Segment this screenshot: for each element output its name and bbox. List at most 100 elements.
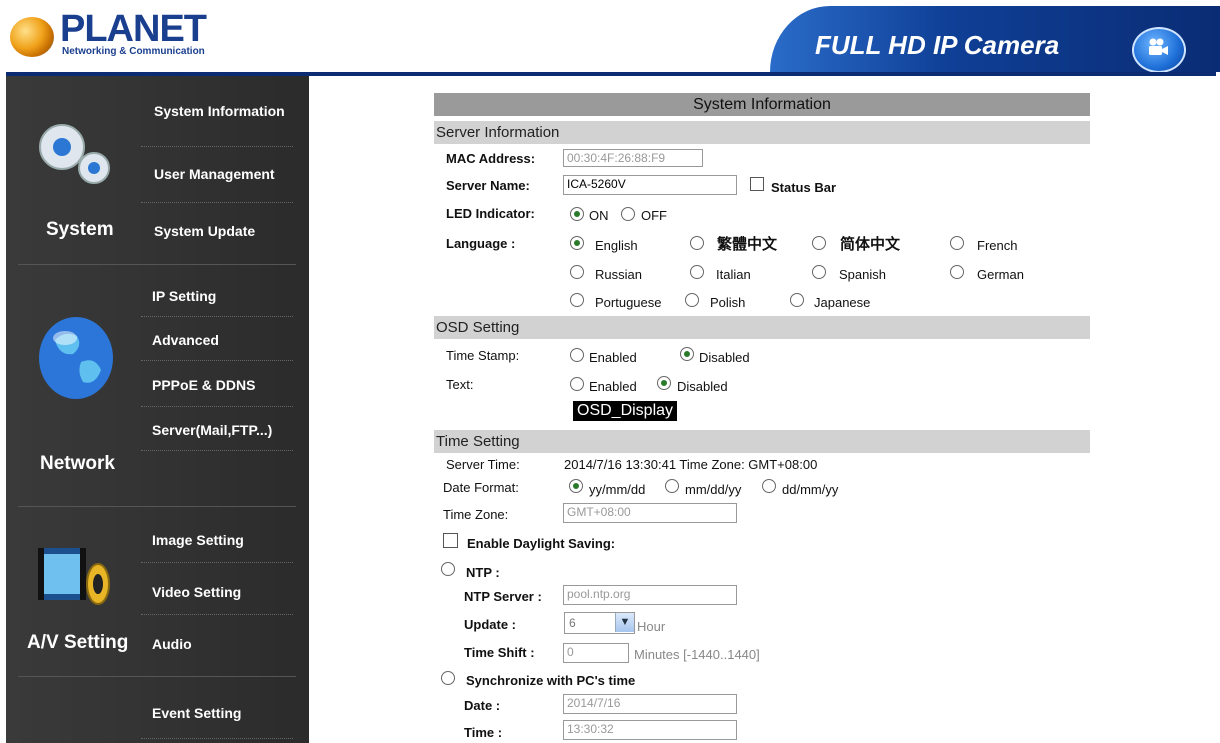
language-radio-french[interactable] [950, 236, 964, 250]
sidebar-separator [141, 562, 293, 563]
sidebar-separator [141, 406, 293, 407]
server-time-label: Server Time: [446, 457, 520, 472]
text-disabled-radio[interactable] [657, 376, 671, 390]
language-label: Language : [446, 236, 516, 251]
ntp-radio[interactable] [441, 562, 455, 576]
time-shift-label: Time Shift : [464, 645, 535, 660]
led-off-label: OFF [641, 208, 667, 223]
language-radio-english[interactable] [570, 236, 584, 250]
planet-logo-icon [10, 17, 54, 57]
time-stamp-enabled-radio[interactable] [570, 348, 584, 362]
category-system[interactable]: System [46, 219, 114, 241]
server-name-label: Server Name: [446, 178, 530, 193]
section-time-setting: Time Setting [434, 430, 1090, 453]
status-bar-checkbox[interactable] [750, 177, 764, 191]
ntp-label: NTP : [466, 565, 500, 580]
time-stamp-disabled-label: Disabled [699, 350, 750, 365]
av-setting-icon [38, 548, 110, 605]
language-radio-polish[interactable] [685, 293, 699, 307]
led-indicator-label: LED Indicator: [446, 206, 535, 221]
category-av-setting[interactable]: A/V Setting [27, 632, 128, 654]
category-network[interactable]: Network [40, 453, 115, 475]
language-radio-russian[interactable] [570, 265, 584, 279]
ntp-server-label: NTP Server : [464, 589, 542, 604]
language-option-polish: Polish [710, 295, 746, 310]
sidebar-separator [141, 202, 293, 203]
language-radio-simplified-chinese[interactable] [812, 236, 826, 250]
sidebar-item-system-information[interactable]: System Information [154, 103, 285, 119]
text-enabled-radio[interactable] [570, 377, 584, 391]
time-label: Time : [464, 725, 503, 740]
led-on-label: ON [589, 208, 609, 223]
time-field[interactable]: 13:30:32 [563, 720, 737, 740]
language-option-simplified-chinese: 简体中文 [840, 236, 901, 253]
page-title: System Information [434, 93, 1090, 116]
date-format-ddmmyy-radio[interactable] [762, 479, 776, 493]
daylight-saving-checkbox[interactable] [443, 533, 458, 548]
update-unit-label: Hour [637, 619, 666, 634]
sidebar-item-pppoe-ddns[interactable]: PPPoE & DDNS [152, 377, 255, 393]
section-server-information: Server Information [434, 121, 1090, 144]
sidebar-separator [141, 450, 293, 451]
gears-icon [39, 124, 110, 184]
logo-text: PLANET [60, 8, 207, 50]
logo-subtitle: Networking & Communication [62, 46, 205, 57]
time-shift-input[interactable]: 0 [563, 643, 629, 663]
language-option-portuguese: Portuguese [595, 295, 662, 310]
ntp-server-input[interactable]: pool.ntp.org [563, 585, 737, 605]
sidebar: System System Information User Managemen… [6, 76, 309, 743]
sidebar-item-system-update[interactable]: System Update [154, 223, 255, 239]
banner-title: FULL HD IP Camera [815, 30, 1060, 60]
sidebar-item-event-setting[interactable]: Event Setting [152, 705, 241, 721]
language-radio-japanese[interactable] [790, 293, 804, 307]
sidebar-item-advanced[interactable]: Advanced [152, 332, 219, 348]
sidebar-item-audio[interactable]: Audio [152, 636, 192, 652]
text-label: Text: [446, 377, 474, 392]
language-radio-italian[interactable] [690, 265, 704, 279]
time-stamp-disabled-radio[interactable] [680, 347, 694, 361]
sync-pc-time-radio[interactable] [441, 671, 455, 685]
sidebar-separator [141, 316, 293, 317]
language-radio-traditional-chinese[interactable] [690, 236, 704, 250]
sidebar-item-user-management[interactable]: User Management [154, 166, 275, 182]
server-name-input[interactable]: ICA-5260V [563, 175, 737, 195]
language-option-traditional-chinese: 繁體中文 [717, 236, 778, 253]
sidebar-divider [18, 506, 296, 507]
date-format-label: Date Format: [443, 480, 519, 495]
date-format-mmddyy-radio[interactable] [665, 479, 679, 493]
mac-address-label: MAC Address: [446, 151, 536, 166]
time-zone-field[interactable]: GMT+08:00 [563, 503, 737, 523]
sidebar-item-server[interactable]: Server(Mail,FTP...) [152, 422, 272, 438]
language-option-spanish: Spanish [839, 267, 886, 282]
led-off-radio[interactable] [621, 207, 635, 221]
server-time-value: 2014/7/16 13:30:41 Time Zone: GMT+08:00 [564, 457, 818, 472]
mac-address-field: 00:30:4F:26:88:F9 [563, 149, 703, 167]
video-camera-icon [1149, 38, 1168, 55]
text-disabled-label: Disabled [677, 379, 728, 394]
language-radio-portuguese[interactable] [570, 293, 584, 307]
time-shift-unit: Minutes [-1440..1440] [634, 647, 760, 662]
language-radio-german[interactable] [950, 265, 964, 279]
sidebar-item-ip-setting[interactable]: IP Setting [152, 288, 216, 304]
language-option-japanese: Japanese [814, 295, 871, 310]
date-format-yymmdd-radio[interactable] [569, 479, 583, 493]
sidebar-separator [141, 738, 293, 739]
sidebar-item-image-setting[interactable]: Image Setting [152, 532, 244, 548]
date-format-mmddyy-label: mm/dd/yy [685, 482, 742, 497]
text-enabled-label: Enabled [589, 379, 637, 394]
sidebar-item-video-setting[interactable]: Video Setting [152, 584, 241, 600]
sidebar-separator [141, 360, 293, 361]
led-on-radio[interactable] [570, 207, 584, 221]
globe-icon [39, 317, 113, 399]
date-field[interactable]: 2014/7/16 [563, 694, 737, 714]
chevron-down-icon[interactable]: ▼ [615, 613, 634, 632]
date-format-yymmdd-label: yy/mm/dd [589, 482, 646, 497]
language-option-german: German [977, 267, 1024, 282]
status-bar-label: Status Bar [771, 180, 837, 195]
language-option-russian: Russian [595, 267, 642, 282]
time-stamp-label: Time Stamp: [446, 348, 520, 363]
date-label: Date : [464, 698, 501, 713]
update-label: Update : [464, 617, 516, 632]
language-option-english: English [595, 238, 638, 253]
language-radio-spanish[interactable] [812, 265, 826, 279]
